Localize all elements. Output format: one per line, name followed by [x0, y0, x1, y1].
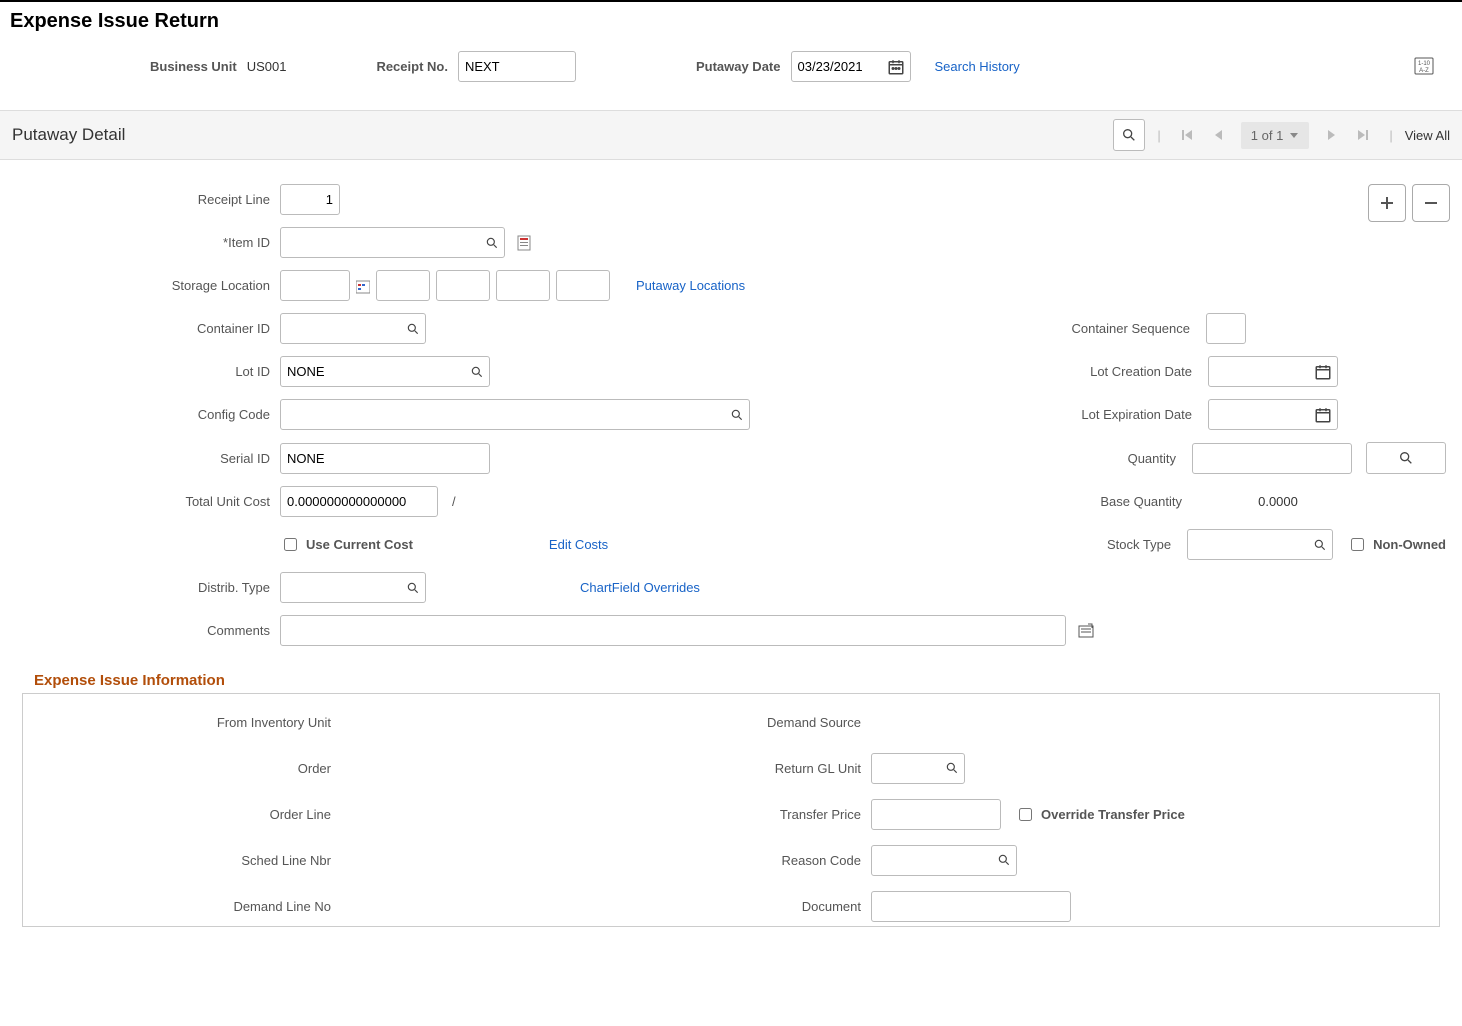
quantity-input[interactable]: [1192, 443, 1352, 474]
page-indicator[interactable]: 1 of 1: [1241, 122, 1310, 149]
total-unit-cost-input[interactable]: [280, 486, 438, 517]
lot-id-label: Lot ID: [10, 364, 280, 379]
expense-section: From Inventory Unit Order Order Line Sch…: [22, 693, 1440, 927]
from-inventory-unit-label: From Inventory Unit: [31, 715, 341, 730]
edit-costs-link[interactable]: Edit Costs: [549, 537, 608, 552]
quantity-lookup-button[interactable]: [1366, 442, 1446, 474]
sched-line-nbr-label: Sched Line Nbr: [31, 853, 341, 868]
expense-section-title: Expense Issue Information: [10, 658, 1452, 693]
container-id-label: Container ID: [10, 321, 280, 336]
find-icon[interactable]: [1113, 119, 1145, 151]
storage-location-label: Storage Location: [10, 278, 280, 293]
item-id-input[interactable]: [280, 227, 505, 258]
receipt-no-label: Receipt No.: [376, 59, 448, 74]
return-gl-unit-input[interactable]: [871, 753, 965, 784]
storage-loc-2-input[interactable]: [376, 270, 430, 301]
calendar-icon[interactable]: [885, 56, 907, 78]
view-all-link[interactable]: View All: [1405, 128, 1450, 143]
divider: |: [1157, 128, 1160, 143]
config-code-label: Config Code: [10, 407, 280, 422]
demand-line-no-label: Demand Line No: [31, 899, 341, 914]
comments-input[interactable]: [280, 615, 1066, 646]
base-quantity-value: 0.0000: [1198, 494, 1358, 509]
non-owned-checkbox[interactable]: Non-Owned: [1347, 535, 1446, 554]
comments-expand-icon[interactable]: [1078, 623, 1094, 639]
receipt-no-input[interactable]: [458, 51, 576, 82]
receipt-line-input[interactable]: [280, 184, 340, 215]
svg-text:A-Z: A-Z: [1419, 68, 1429, 74]
chartfield-overrides-link[interactable]: ChartField Overrides: [580, 580, 700, 595]
grid-header: Putaway Detail | 1 of 1 | View All: [0, 110, 1462, 160]
storage-loc-3-input[interactable]: [436, 270, 490, 301]
container-sequence-input[interactable]: [1206, 313, 1246, 344]
distrib-type-label: Distrib. Type: [10, 580, 280, 595]
business-unit-label: Business Unit: [150, 59, 237, 74]
divider: |: [1389, 128, 1392, 143]
lot-creation-date-label: Lot Creation Date: [1022, 364, 1202, 379]
page-indicator-text: 1 of 1: [1251, 128, 1284, 143]
base-quantity-label: Base Quantity: [1012, 494, 1192, 509]
container-id-input[interactable]: [280, 313, 426, 344]
document-input[interactable]: [871, 891, 1071, 922]
config-code-input[interactable]: [280, 399, 750, 430]
non-owned-label: Non-Owned: [1373, 537, 1446, 552]
lot-id-input[interactable]: [280, 356, 490, 387]
transfer-price-label: Transfer Price: [731, 807, 871, 822]
stock-type-input[interactable]: [1187, 529, 1333, 560]
storage-loc-1-input[interactable]: [280, 270, 350, 301]
prev-page-icon[interactable]: [1205, 121, 1233, 149]
quantity-label: Quantity: [1006, 451, 1186, 466]
storage-loc-4-input[interactable]: [496, 270, 550, 301]
svg-text:1-10: 1-10: [1418, 61, 1431, 67]
calendar-icon[interactable]: [1312, 404, 1334, 426]
reason-code-input[interactable]: [871, 845, 1017, 876]
return-gl-unit-label: Return GL Unit: [731, 761, 871, 776]
calendar-icon[interactable]: [1312, 361, 1334, 383]
search-history-link[interactable]: Search History: [935, 59, 1020, 74]
putaway-date-label: Putaway Date: [696, 59, 781, 74]
demand-source-label: Demand Source: [731, 715, 871, 730]
use-current-cost-label: Use Current Cost: [306, 537, 413, 552]
receipt-line-label: Receipt Line: [10, 192, 280, 207]
transfer-price-input[interactable]: [871, 799, 1001, 830]
order-line-label: Order Line: [31, 807, 341, 822]
storage-loc-5-input[interactable]: [556, 270, 610, 301]
cost-separator: /: [452, 494, 456, 509]
container-sequence-label: Container Sequence: [1020, 321, 1200, 336]
distrib-type-input[interactable]: [280, 572, 426, 603]
comments-label: Comments: [10, 623, 280, 638]
document-label: Document: [731, 899, 871, 914]
last-page-icon[interactable]: [1349, 121, 1377, 149]
storage-location-lookup-icon[interactable]: [356, 278, 370, 294]
stock-type-label: Stock Type: [1001, 537, 1181, 552]
use-current-cost-checkbox[interactable]: Use Current Cost: [280, 535, 413, 554]
delete-row-button[interactable]: [1412, 184, 1450, 222]
override-transfer-price-checkbox[interactable]: Override Transfer Price: [1015, 805, 1185, 824]
putaway-locations-link[interactable]: Putaway Locations: [636, 278, 745, 293]
header-row: Business Unit US001 Receipt No. Putaway …: [0, 43, 1462, 110]
order-label: Order: [31, 761, 341, 776]
serial-id-label: Serial ID: [10, 451, 280, 466]
first-page-icon[interactable]: [1173, 121, 1201, 149]
add-row-button[interactable]: [1368, 184, 1406, 222]
serial-id-input[interactable]: [280, 443, 490, 474]
page-title: Expense Issue Return: [0, 2, 1462, 43]
reason-code-label: Reason Code: [731, 853, 871, 868]
next-page-icon[interactable]: [1317, 121, 1345, 149]
total-unit-cost-label: Total Unit Cost: [10, 494, 280, 509]
grid-nav: | 1 of 1 | View All: [1113, 119, 1450, 151]
item-detail-icon[interactable]: [517, 235, 531, 251]
grid-title: Putaway Detail: [12, 125, 125, 145]
related-actions-icon[interactable]: 1-10A-Z: [1414, 57, 1434, 77]
form-body: Receipt Line *Item ID Storage Location: [0, 160, 1462, 937]
item-id-label: *Item ID: [10, 235, 280, 250]
override-transfer-price-label: Override Transfer Price: [1041, 807, 1185, 822]
lot-expiration-date-label: Lot Expiration Date: [1022, 407, 1202, 422]
business-unit-value: US001: [247, 59, 287, 74]
